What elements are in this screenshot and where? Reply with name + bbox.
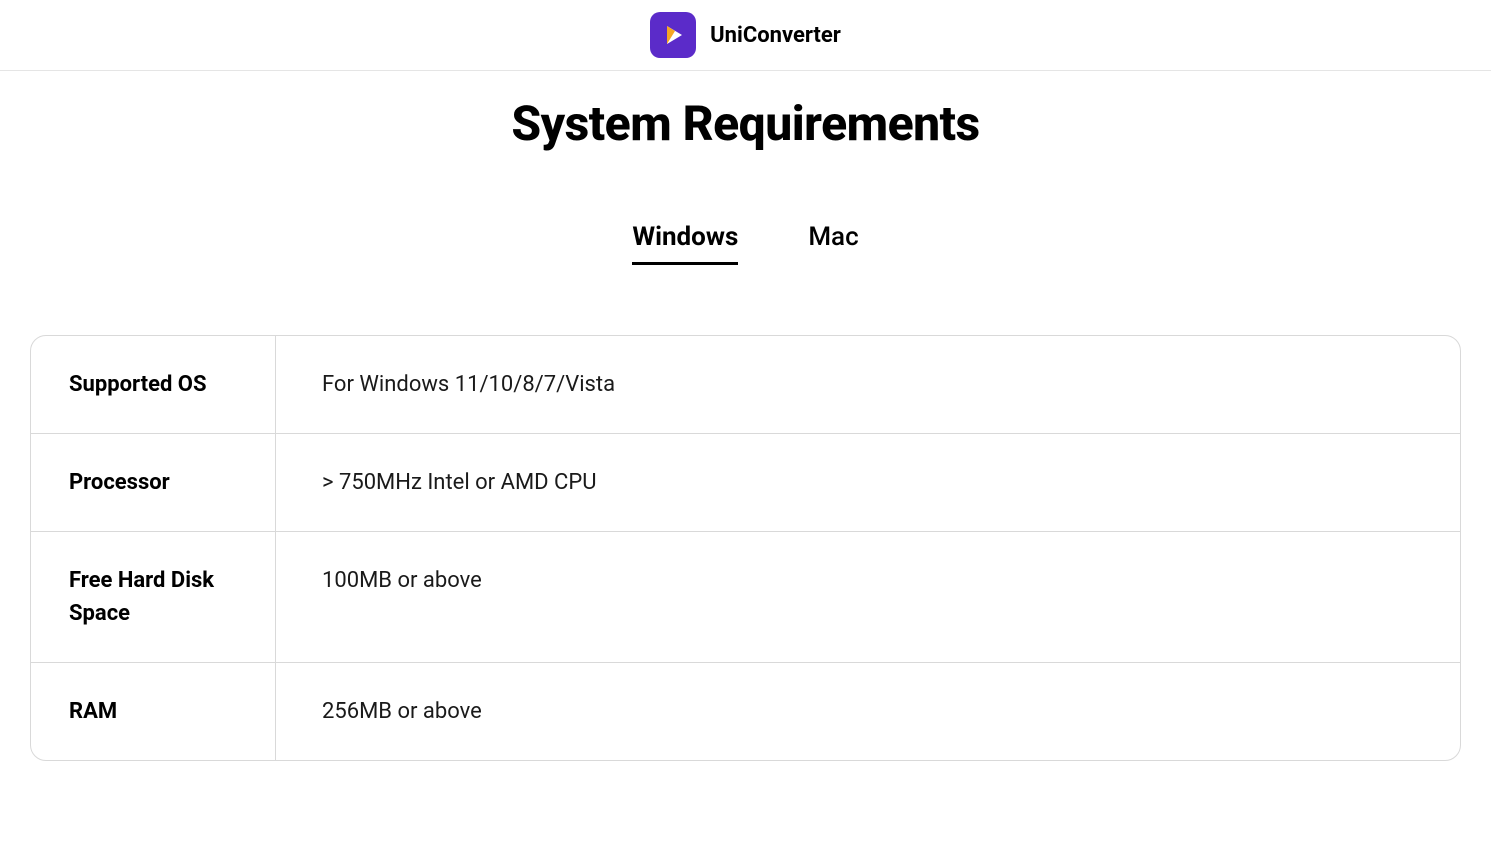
- brand-logo-icon: [650, 12, 696, 58]
- table-row: Free Hard Disk Space 100MB or above: [31, 532, 1460, 663]
- req-value-processor: > 750MHz Intel or AMD CPU: [276, 434, 1460, 531]
- page-header: UniConverter: [0, 0, 1491, 71]
- req-label-os: Supported OS: [31, 336, 276, 433]
- tab-mac[interactable]: Mac: [808, 222, 858, 265]
- requirements-table: Supported OS For Windows 11/10/8/7/Vista…: [30, 335, 1461, 761]
- brand-name[interactable]: UniConverter: [710, 23, 841, 48]
- req-value-os: For Windows 11/10/8/7/Vista: [276, 336, 1460, 433]
- table-row: RAM 256MB or above: [31, 663, 1460, 760]
- table-row: Supported OS For Windows 11/10/8/7/Vista: [31, 336, 1460, 434]
- table-row: Processor > 750MHz Intel or AMD CPU: [31, 434, 1460, 532]
- page-title: System Requirements: [0, 95, 1491, 152]
- os-tabs: Windows Mac: [0, 222, 1491, 265]
- play-icon: [661, 23, 685, 47]
- req-value-ram: 256MB or above: [276, 663, 1460, 760]
- req-label-processor: Processor: [31, 434, 276, 531]
- req-label-ram: RAM: [31, 663, 276, 760]
- tab-windows[interactable]: Windows: [632, 222, 738, 265]
- req-value-disk: 100MB or above: [276, 532, 1460, 662]
- req-label-disk: Free Hard Disk Space: [31, 532, 276, 662]
